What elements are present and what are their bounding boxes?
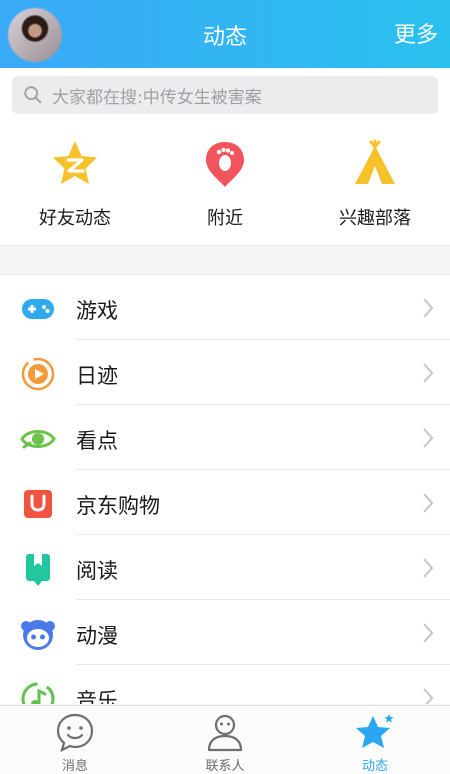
list-item-label: 动漫 bbox=[76, 624, 118, 648]
tab-contacts[interactable]: 联系人 bbox=[150, 712, 300, 774]
anime-face-icon bbox=[21, 620, 55, 650]
chevron-right-icon bbox=[423, 493, 434, 513]
bookmark-book-icon bbox=[26, 554, 50, 586]
tab-feeds[interactable]: 动态 bbox=[300, 712, 450, 774]
shopping-bag-icon bbox=[24, 490, 52, 518]
list-item-games[interactable]: 游戏 bbox=[0, 275, 450, 340]
quick-entry-nearby[interactable]: 附近 bbox=[150, 138, 300, 238]
list-item-jd-shopping[interactable]: 京东购物 bbox=[0, 470, 450, 535]
message-smile-icon bbox=[56, 713, 94, 752]
chevron-right-icon bbox=[423, 688, 434, 704]
contact-person-icon bbox=[207, 714, 243, 752]
chevron-right-icon bbox=[423, 298, 434, 318]
page-title: 动态 bbox=[202, 25, 247, 50]
list-item-highlights[interactable]: 看点 bbox=[0, 405, 450, 470]
tent-icon bbox=[355, 139, 395, 184]
gamepad-icon bbox=[22, 299, 54, 319]
quick-entry-label: 兴趣部落 bbox=[339, 208, 411, 229]
list-item-label: 阅读 bbox=[76, 559, 118, 583]
quick-entry-friends-feed[interactable]: 好友动态 bbox=[0, 138, 150, 238]
list-item-daily-trace[interactable]: 日迹 bbox=[0, 340, 450, 405]
tab-label: 动态 bbox=[361, 759, 388, 774]
chevron-right-icon bbox=[423, 623, 434, 643]
quick-entry-interest-tribes[interactable]: 兴趣部落 bbox=[300, 138, 450, 238]
app-root: 动态 更多 大家都在搜:中传女生被害案 好友动态 附近 兴趣部落 游戏 日迹 看… bbox=[0, 0, 450, 774]
tab-label: 消息 bbox=[61, 759, 88, 774]
eye-icon bbox=[20, 430, 56, 449]
search-area: 大家都在搜:中传女生被害案 bbox=[0, 68, 450, 124]
quick-entry-label: 好友动态 bbox=[39, 208, 111, 229]
star-icon bbox=[356, 714, 394, 748]
search-placeholder: 大家都在搜:中传女生被害案 bbox=[52, 87, 262, 108]
title-bar: 动态 更多 bbox=[0, 0, 450, 68]
list-item-anime[interactable]: 动漫 bbox=[0, 600, 450, 665]
list-item-label: 游戏 bbox=[76, 299, 118, 323]
quick-entry-label: 附近 bbox=[207, 208, 243, 229]
list-item-label: 日迹 bbox=[76, 364, 118, 388]
list-item-label: 京东购物 bbox=[76, 494, 160, 518]
search-icon bbox=[24, 86, 42, 104]
qzone-star-icon bbox=[53, 141, 97, 184]
list-item-music[interactable]: 音乐 bbox=[0, 665, 450, 704]
music-note-icon bbox=[21, 682, 55, 704]
feature-list: 游戏 日迹 看点 京东购物 阅读 动漫 音乐 bbox=[0, 274, 450, 704]
bottom-tab-bar: 消息 联系人 动态 bbox=[0, 705, 450, 774]
chevron-right-icon bbox=[423, 558, 434, 578]
search-input[interactable]: 大家都在搜:中传女生被害案 bbox=[12, 76, 438, 114]
tab-label: 联系人 bbox=[205, 759, 245, 774]
list-item-label: 看点 bbox=[76, 429, 118, 453]
list-item-label: 音乐 bbox=[76, 689, 118, 704]
location-footprint-icon bbox=[206, 142, 244, 187]
more-button[interactable]: 更多 bbox=[394, 17, 438, 49]
play-circle-icon bbox=[21, 357, 55, 391]
chevron-right-icon bbox=[423, 428, 434, 448]
chevron-right-icon bbox=[423, 363, 434, 383]
tab-messages[interactable]: 消息 bbox=[0, 712, 150, 774]
list-item-reading[interactable]: 阅读 bbox=[0, 535, 450, 600]
quick-entries: 好友动态 附近 兴趣部落 bbox=[0, 124, 450, 246]
